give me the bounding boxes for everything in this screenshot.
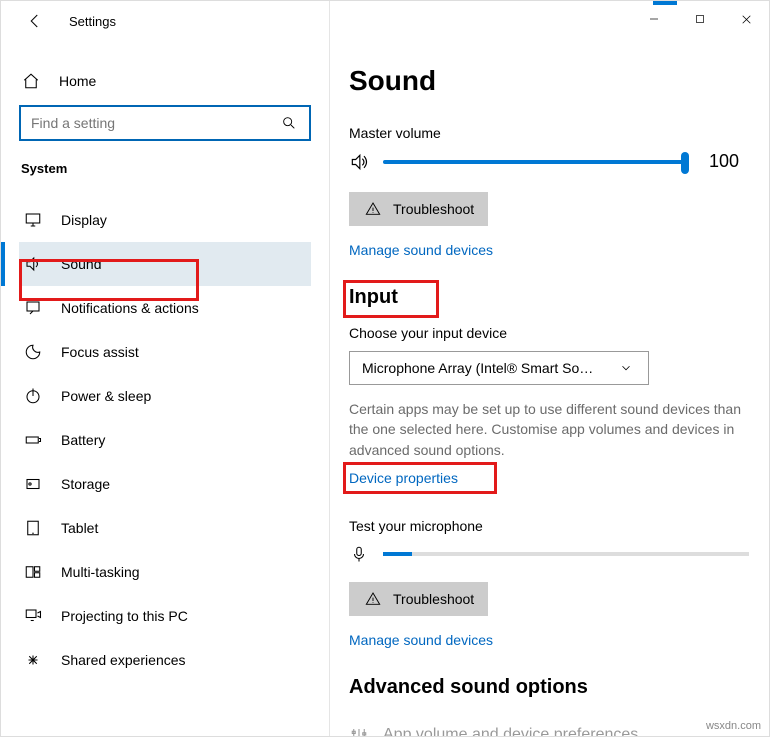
sidebar-item-storage[interactable]: Storage — [19, 462, 311, 506]
multitask-icon — [23, 562, 43, 582]
warning-icon — [363, 589, 383, 609]
app-prefs-label: App volume and device preferences — [383, 726, 638, 736]
search-icon — [279, 113, 299, 133]
sidebar-item-label: Sound — [61, 256, 101, 272]
troubleshoot-label: Troubleshoot — [393, 201, 474, 217]
sidebar-item-focus[interactable]: Focus assist — [19, 330, 311, 374]
input-heading: Input — [349, 286, 398, 309]
sidebar-item-label: Battery — [61, 432, 105, 448]
mic-level-bar — [383, 552, 749, 556]
power-icon — [23, 386, 43, 406]
microphone-icon — [349, 544, 369, 564]
shared-icon — [23, 650, 43, 670]
display-icon — [23, 210, 43, 230]
volume-slider[interactable] — [383, 160, 685, 164]
sidebar-item-power[interactable]: Power & sleep — [19, 374, 311, 418]
maximize-button[interactable] — [677, 3, 723, 35]
sidebar-item-label: Notifications & actions — [61, 300, 199, 316]
battery-icon — [23, 430, 43, 450]
minimize-button[interactable] — [631, 3, 677, 35]
sidebar-item-sound[interactable]: Sound — [19, 242, 311, 286]
sidebar-item-label: Shared experiences — [61, 652, 186, 668]
home-label: Home — [59, 73, 96, 89]
sidebar-item-notifications[interactable]: Notifications & actions — [19, 286, 311, 330]
sliders-icon — [349, 725, 369, 736]
window-title: Settings — [69, 14, 116, 29]
sidebar-item-label: Multi-tasking — [61, 564, 140, 580]
troubleshoot-label: Troubleshoot — [393, 591, 474, 607]
sidebar-item-label: Focus assist — [61, 344, 139, 360]
home-row[interactable]: Home — [19, 65, 311, 105]
volume-value: 100 — [699, 151, 749, 172]
sidebar-item-display[interactable]: Display — [19, 198, 311, 242]
tablet-icon — [23, 518, 43, 538]
projecting-icon — [23, 606, 43, 626]
sidebar: Home System Display Sound Notifications … — [1, 41, 329, 736]
search-input[interactable] — [31, 115, 279, 131]
sidebar-item-label: Storage — [61, 476, 110, 492]
troubleshoot-input-button[interactable]: Troubleshoot — [349, 582, 488, 616]
chevron-down-icon — [616, 358, 636, 378]
slider-thumb[interactable] — [681, 152, 689, 174]
master-volume-label: Master volume — [349, 125, 749, 141]
input-device-value: Microphone Array (Intel® Smart So… — [362, 360, 593, 376]
sidebar-item-multitask[interactable]: Multi-tasking — [19, 550, 311, 594]
manage-output-link[interactable]: Manage sound devices — [349, 242, 749, 258]
sidebar-item-label: Tablet — [61, 520, 98, 536]
troubleshoot-output-button[interactable]: Troubleshoot — [349, 192, 488, 226]
group-label: System — [19, 161, 311, 176]
watermark: wsxdn.com — [706, 720, 761, 732]
manage-input-link[interactable]: Manage sound devices — [349, 632, 749, 648]
notifications-icon — [23, 298, 43, 318]
search-input-wrap[interactable] — [19, 105, 311, 141]
input-note: Certain apps may be set up to use differ… — [349, 399, 749, 460]
home-icon — [21, 71, 41, 91]
nav-list: Display Sound Notifications & actions Fo… — [19, 198, 311, 682]
sidebar-item-battery[interactable]: Battery — [19, 418, 311, 462]
speaker-icon[interactable] — [349, 152, 369, 172]
vertical-divider — [329, 1, 330, 736]
sidebar-item-label: Power & sleep — [61, 388, 151, 404]
warning-icon — [363, 199, 383, 219]
device-properties-link[interactable]: Device properties — [349, 470, 458, 486]
page-title: Sound — [349, 65, 749, 97]
back-icon[interactable] — [25, 11, 45, 31]
sidebar-item-tablet[interactable]: Tablet — [19, 506, 311, 550]
close-button[interactable] — [723, 3, 769, 35]
sidebar-item-label: Display — [61, 212, 107, 228]
test-mic-label: Test your microphone — [349, 518, 749, 534]
storage-icon — [23, 474, 43, 494]
focus-icon — [23, 342, 43, 362]
sound-icon — [23, 254, 43, 274]
input-device-select[interactable]: Microphone Array (Intel® Smart So… — [349, 351, 649, 385]
main-content: Sound Master volume 100 Troubleshoot Man… — [329, 41, 769, 736]
sidebar-item-label: Projecting to this PC — [61, 608, 188, 624]
sidebar-item-projecting[interactable]: Projecting to this PC — [19, 594, 311, 638]
advanced-heading: Advanced sound options — [349, 676, 588, 699]
choose-input-label: Choose your input device — [349, 325, 749, 341]
sidebar-item-shared[interactable]: Shared experiences — [19, 638, 311, 682]
window-controls — [339, 1, 769, 37]
